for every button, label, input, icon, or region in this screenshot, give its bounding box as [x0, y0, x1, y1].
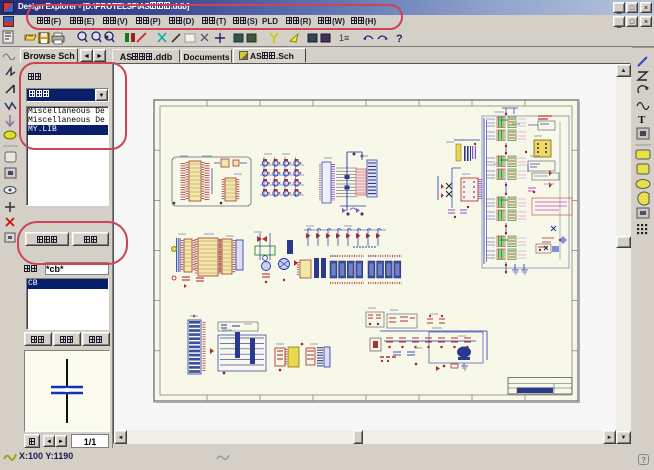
svg-text:?: ?: [396, 33, 403, 45]
svg-text:■: ■: [105, 35, 109, 41]
svg-text:T: T: [638, 114, 646, 126]
svg-text:1≡: 1≡: [339, 33, 349, 43]
